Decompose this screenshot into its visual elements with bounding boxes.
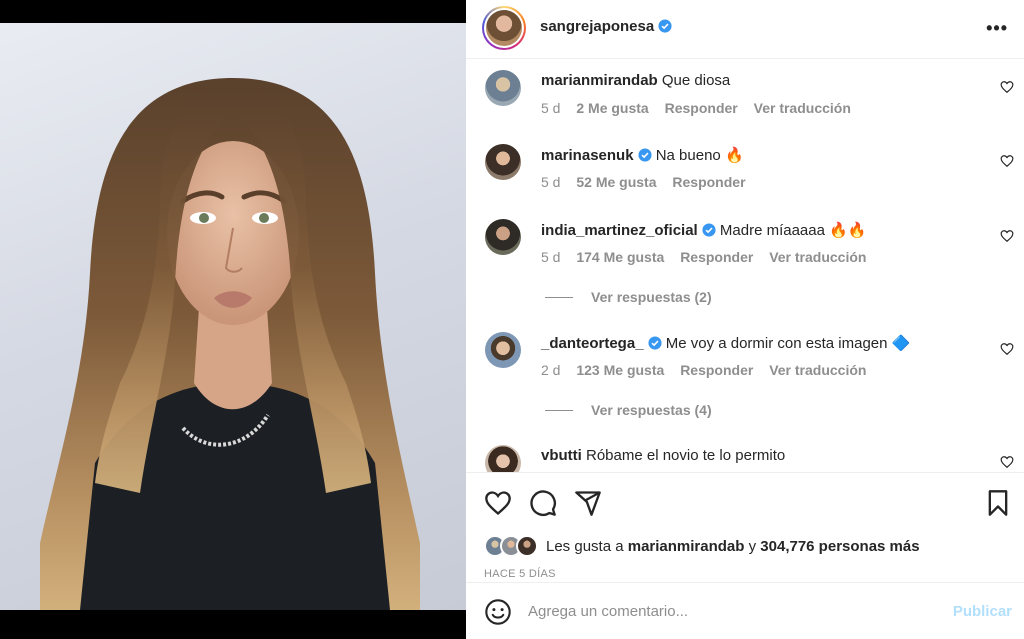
post-timestamp[interactable]: HACE 5 DÍAS <box>484 568 556 580</box>
comment-likes[interactable]: 174 Me gusta <box>576 249 664 265</box>
emoji-icon[interactable] <box>484 598 512 626</box>
post-photo[interactable] <box>0 23 466 610</box>
heart-icon[interactable] <box>1000 80 1014 94</box>
comment-username[interactable]: india_martinez_oficial <box>541 222 698 239</box>
comment-age: 5 d <box>541 174 561 190</box>
author-username-text[interactable]: sangrejaponesa <box>540 18 654 35</box>
replies-divider <box>545 296 573 298</box>
liker-avatar <box>516 535 538 557</box>
post-side-panel: sangrejaponesa ••• marianmirandab Que di… <box>466 0 1024 639</box>
share-send-icon[interactable] <box>574 489 602 517</box>
save-bookmark-icon[interactable] <box>984 489 1012 517</box>
comment-username[interactable]: vbutti <box>541 447 582 464</box>
comment-meta: 5 d 52 Me gusta Responder <box>541 174 758 190</box>
comment-age: 5 d <box>541 100 561 116</box>
likes-count[interactable]: 304,776 personas más <box>760 538 919 555</box>
comment-bubble-icon[interactable] <box>529 489 557 517</box>
verified-badge-icon <box>647 336 662 350</box>
comment-avatar[interactable] <box>485 70 521 106</box>
comment-age: 5 d <box>541 249 561 265</box>
reply-button[interactable]: Responder <box>680 249 753 265</box>
liker-avatars[interactable] <box>484 535 542 557</box>
comment-username[interactable]: marianmirandab <box>541 72 658 89</box>
publish-button[interactable]: Publicar <box>953 603 1012 620</box>
comment-body: marianmirandab Que diosa <box>541 72 730 89</box>
comment-age: 2 d <box>541 362 561 378</box>
likes-prefix: Les gusta a <box>546 537 624 555</box>
heart-icon[interactable] <box>1000 342 1014 356</box>
comment-meta: 2 d 123 Me gusta Responder Ver traducció… <box>541 362 878 378</box>
comment-meta: 5 d 2 Me gusta Responder Ver traducción <box>541 100 863 116</box>
more-options-button[interactable]: ••• <box>986 18 1008 39</box>
comment-body: india_martinez_oficial Madre míaaaaa 🔥🔥 <box>541 221 866 239</box>
author-avatar[interactable] <box>482 6 526 50</box>
comments-list[interactable]: marianmirandab Que diosa 5 d 2 Me gusta … <box>466 60 1024 472</box>
comment-text: Me voy a dormir con esta imagen 🔷 <box>665 335 911 352</box>
likes-text: Les gusta a marianmirandab y 304,776 per… <box>546 538 920 555</box>
comment-text: Madre míaaaaa 🔥🔥 <box>719 222 867 239</box>
author-username[interactable]: sangrejaponesa <box>540 18 672 35</box>
likes-conjunction: y <box>748 537 757 555</box>
verified-badge-icon <box>702 223 716 237</box>
comment-input[interactable] <box>528 597 928 625</box>
comment-avatar[interactable] <box>485 332 521 368</box>
verified-badge-icon <box>637 148 652 162</box>
comment-avatar[interactable] <box>485 445 521 472</box>
comment-likes[interactable]: 2 Me gusta <box>576 100 648 116</box>
reply-button[interactable]: Responder <box>672 174 745 190</box>
comment-body: _danteortega_ Me voy a dormir con esta i… <box>541 334 910 352</box>
comment-text: Que diosa <box>661 72 731 89</box>
verified-badge-icon <box>658 19 672 33</box>
post-media-pane <box>0 0 466 639</box>
view-replies-label[interactable]: Ver respuestas (2) <box>591 289 712 305</box>
like-heart-icon[interactable] <box>484 489 512 517</box>
comment-username[interactable]: _danteortega_ <box>541 335 644 352</box>
comment-username[interactable]: marinasenuk <box>541 147 634 164</box>
reply-button[interactable]: Responder <box>680 362 753 378</box>
comment-text: Na bueno 🔥 <box>655 147 744 164</box>
comment-avatar[interactable] <box>485 144 521 180</box>
heart-icon[interactable] <box>1000 229 1014 243</box>
view-replies-button[interactable]: Ver respuestas (4) <box>545 402 712 418</box>
comment-likes[interactable]: 123 Me gusta <box>576 362 664 378</box>
comment-body: vbutti Róbame el novio te lo permito <box>541 447 785 464</box>
likes-user[interactable]: marianmirandab <box>628 538 745 555</box>
replies-divider <box>545 409 573 411</box>
comment-avatar[interactable] <box>485 219 521 255</box>
post-header: sangrejaponesa ••• <box>466 0 1024 59</box>
heart-icon[interactable] <box>1000 154 1014 168</box>
comment-likes[interactable]: 52 Me gusta <box>576 174 656 190</box>
translate-button[interactable]: Ver traducción <box>769 362 866 378</box>
view-replies-button[interactable]: Ver respuestas (2) <box>545 289 712 305</box>
comment-body: marinasenuk Na bueno 🔥 <box>541 146 744 164</box>
likes-summary: Les gusta a marianmirandab y 304,776 per… <box>484 535 920 557</box>
post-actions: Les gusta a marianmirandab y 304,776 per… <box>466 472 1024 582</box>
portrait-illustration <box>40 78 420 610</box>
translate-button[interactable]: Ver traducción <box>769 249 866 265</box>
comment-meta: 5 d 174 Me gusta Responder Ver traducció… <box>541 249 878 265</box>
translate-button[interactable]: Ver traducción <box>754 100 851 116</box>
view-replies-label[interactable]: Ver respuestas (4) <box>591 402 712 418</box>
reply-button[interactable]: Responder <box>665 100 738 116</box>
comment-composer: Publicar <box>466 582 1024 639</box>
comment-text: Róbame el novio te lo permito <box>586 447 786 464</box>
heart-icon[interactable] <box>1000 455 1014 469</box>
